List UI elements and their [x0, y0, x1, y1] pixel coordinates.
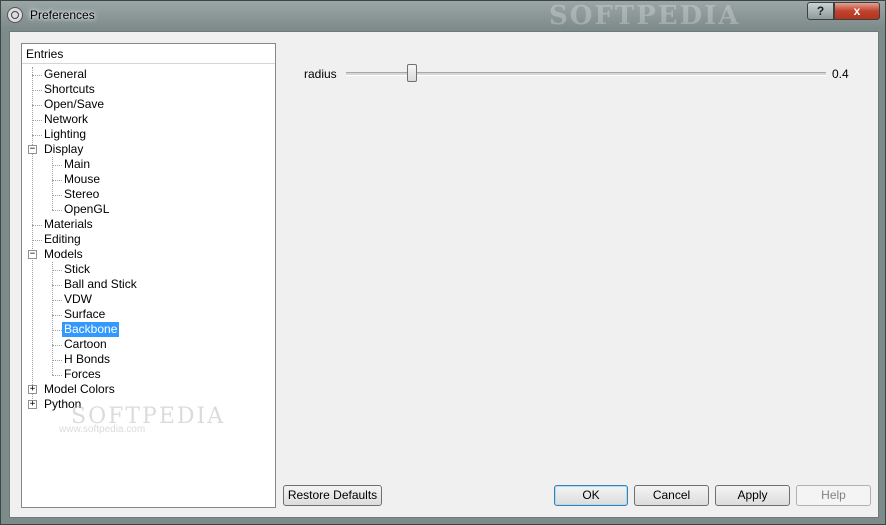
- tree-connector: [32, 135, 42, 136]
- tree-item-label: Stick: [64, 262, 91, 276]
- tree-connector: [52, 210, 62, 211]
- tree-connector: [52, 360, 62, 361]
- restore-defaults-button[interactable]: Restore Defaults: [283, 485, 382, 506]
- tree-item-label: Materials: [44, 217, 93, 231]
- tree-connector: [52, 315, 62, 316]
- ok-button[interactable]: OK: [554, 485, 628, 506]
- tree-item[interactable]: Lighting: [42, 127, 88, 142]
- tree-item-label: H Bonds: [64, 352, 111, 366]
- tree-connector: [32, 120, 42, 121]
- tree-item-label: Open/Save: [44, 97, 105, 111]
- tree-item-label: OpenGL: [64, 202, 110, 216]
- tree-connector: [52, 270, 62, 271]
- title-bar[interactable]: Preferences SOFTPEDIA ? x: [1, 1, 885, 31]
- tree-item-label: Stereo: [64, 187, 100, 201]
- entries-tree[interactable]: Entries General Shortcuts Open/Save Network…: [21, 43, 276, 508]
- tree-connector: [32, 75, 42, 76]
- tree-item-label: Editing: [44, 232, 81, 246]
- tree-item-label: Display: [44, 142, 84, 156]
- tree-connector: [52, 375, 62, 376]
- tree-item[interactable]: Backbone: [62, 322, 120, 337]
- tree-item[interactable]: Stereo: [62, 187, 101, 202]
- expand-icon[interactable]: +: [28, 385, 37, 394]
- expand-icon[interactable]: +: [28, 400, 37, 409]
- tree-item[interactable]: Mouse: [62, 172, 102, 187]
- collapse-icon[interactable]: −: [28, 145, 37, 154]
- tree-item-label: Backbone: [62, 322, 120, 337]
- tree-item-label: Models: [44, 247, 83, 261]
- tree-item[interactable]: Open/Save: [42, 97, 106, 112]
- tree-item[interactable]: General: [42, 67, 89, 82]
- tree-item[interactable]: H Bonds: [62, 352, 112, 367]
- tree-connector: [32, 105, 42, 106]
- close-icon[interactable]: x: [834, 2, 880, 20]
- collapse-icon[interactable]: −: [28, 250, 37, 259]
- tree-item-label: Main: [64, 157, 91, 171]
- cancel-button[interactable]: Cancel: [634, 485, 709, 506]
- tree-item-label: Ball and Stick: [64, 277, 137, 291]
- radius-slider-thumb[interactable]: [407, 64, 418, 82]
- tree-item[interactable]: Ball and Stick: [62, 277, 139, 292]
- preferences-window: Preferences SOFTPEDIA ? x Entries Genera…: [0, 0, 886, 525]
- tree-item-label: Forces: [64, 367, 101, 381]
- window-title: Preferences: [30, 8, 95, 22]
- tree-item-label: Network: [44, 112, 89, 126]
- apply-button[interactable]: Apply: [715, 485, 790, 506]
- tree-connector: [52, 345, 62, 346]
- tree-item-label: Surface: [64, 307, 106, 321]
- tree-item[interactable]: Forces: [62, 367, 103, 382]
- tree-item-label: General: [44, 67, 87, 81]
- radius-slider-track[interactable]: [346, 72, 826, 76]
- tree-item[interactable]: VDW: [62, 292, 94, 307]
- app-icon: [7, 7, 23, 23]
- tree-connector: [52, 300, 62, 301]
- tree-item[interactable]: Display: [42, 142, 85, 157]
- tree-connector: [32, 225, 42, 226]
- tree-item-label: Model Colors: [44, 382, 115, 396]
- dialog-client-area: Entries General Shortcuts Open/Save Network…: [9, 31, 879, 518]
- tree-connector: [52, 285, 62, 286]
- radius-value: 0.4: [832, 67, 849, 81]
- tree-item[interactable]: Models: [42, 247, 85, 262]
- tree-connector: [52, 330, 62, 331]
- tree-item[interactable]: Model Colors: [42, 382, 117, 397]
- tree-connector: [32, 240, 42, 241]
- tree-item[interactable]: Stick: [62, 262, 92, 277]
- tree-connector: [52, 195, 62, 196]
- tree-connector: [52, 180, 62, 181]
- tree-item[interactable]: Cartoon: [62, 337, 109, 352]
- tree-item-label: Mouse: [64, 172, 101, 186]
- tree-item[interactable]: Shortcuts: [42, 82, 97, 97]
- tree-item[interactable]: Editing: [42, 232, 83, 247]
- tree-item[interactable]: OpenGL: [62, 202, 111, 217]
- tree-item[interactable]: Network: [42, 112, 90, 127]
- help-button[interactable]: Help: [796, 485, 871, 506]
- help-icon[interactable]: ?: [807, 2, 834, 20]
- tree-item[interactable]: Surface: [62, 307, 107, 322]
- tree-item-label: Cartoon: [64, 337, 107, 351]
- tree-connector: [52, 165, 62, 166]
- softpedia-watermark: SOFTPEDIA: [549, 1, 741, 31]
- tree-connector: [52, 262, 53, 375]
- tree-item[interactable]: Materials: [42, 217, 95, 232]
- tree-connector: [32, 90, 42, 91]
- tree-watermark-url: www.softpedia.com: [59, 424, 146, 435]
- tree-header: Entries: [22, 44, 275, 64]
- tree-item-label: Shortcuts: [44, 82, 95, 96]
- tree-connector: [32, 67, 33, 405]
- radius-label: radius: [304, 67, 337, 81]
- tree-item-label: Lighting: [44, 127, 87, 141]
- tree-item-label: VDW: [64, 292, 92, 306]
- tree-item[interactable]: Main: [62, 157, 92, 172]
